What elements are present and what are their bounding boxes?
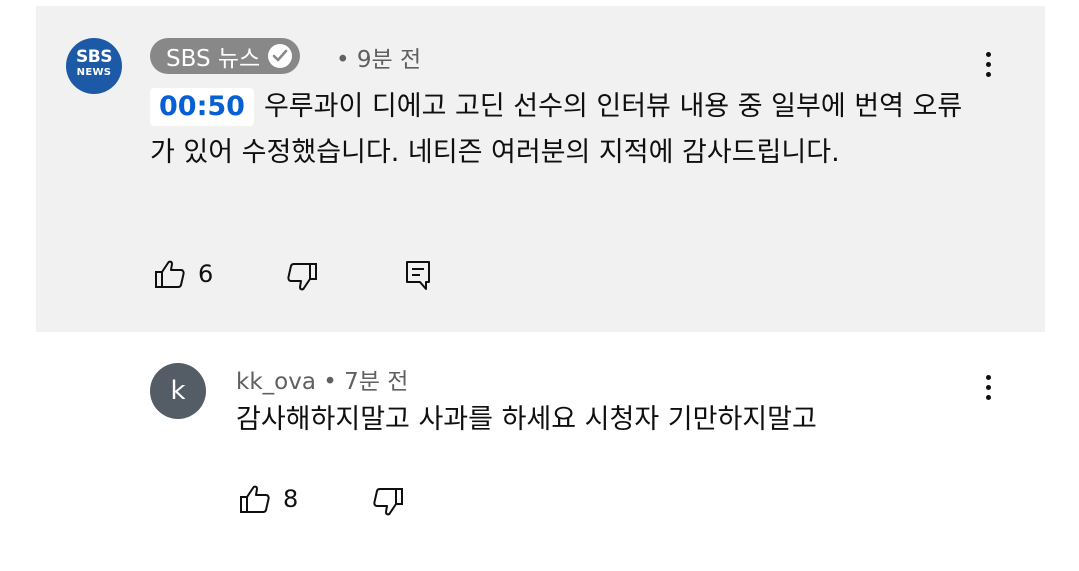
reply-author[interactable]: kk_ova — [236, 369, 316, 395]
comment-text: 우루과이 디에고 고딘 선수의 인터뷰 내용 중 일부에 번역 오류가 있어 수… — [150, 91, 963, 168]
thumb-down-icon — [287, 263, 317, 291]
avatar-logo-subtext: NEWS — [76, 67, 112, 78]
more-vert-icon[interactable] — [984, 52, 992, 82]
thumb-up-icon — [240, 485, 270, 513]
channel-avatar[interactable]: SBS NEWS — [66, 38, 122, 94]
dislike-button[interactable] — [372, 487, 404, 517]
author-chip[interactable]: SBS 뉴스 — [150, 38, 301, 74]
like-count: 6 — [198, 260, 214, 288]
reply-button[interactable] — [405, 260, 431, 292]
timestamp-link[interactable]: 00:50 — [150, 88, 254, 126]
dislike-button[interactable] — [286, 262, 318, 292]
comment-body: 00:50 우루과이 디에고 고딘 선수의 인터뷰 내용 중 일부에 번역 오류가… — [150, 84, 980, 176]
thumb-down-icon — [373, 488, 403, 516]
reply-meta: kk_ova • 7분 전 — [236, 362, 408, 396]
author-name: SBS 뉴스 — [166, 46, 261, 72]
like-button[interactable]: 8 — [239, 484, 298, 514]
comment-time[interactable]: • 9분 전 — [336, 40, 421, 74]
like-button[interactable]: 6 — [154, 259, 213, 289]
avatar-logo-text: SBS — [76, 47, 112, 67]
more-vert-icon[interactable] — [984, 375, 992, 405]
reply-text: 감사해하지말고 사과를 하세요 시청자 기만하지말고 — [236, 404, 817, 435]
like-count: 8 — [283, 485, 299, 513]
comment-reply-icon — [406, 261, 430, 290]
reply-time[interactable]: • 7분 전 — [323, 369, 408, 395]
reply-user-avatar[interactable]: k — [150, 363, 206, 419]
verified-check-icon — [268, 44, 293, 68]
thumb-up-icon — [155, 260, 185, 288]
